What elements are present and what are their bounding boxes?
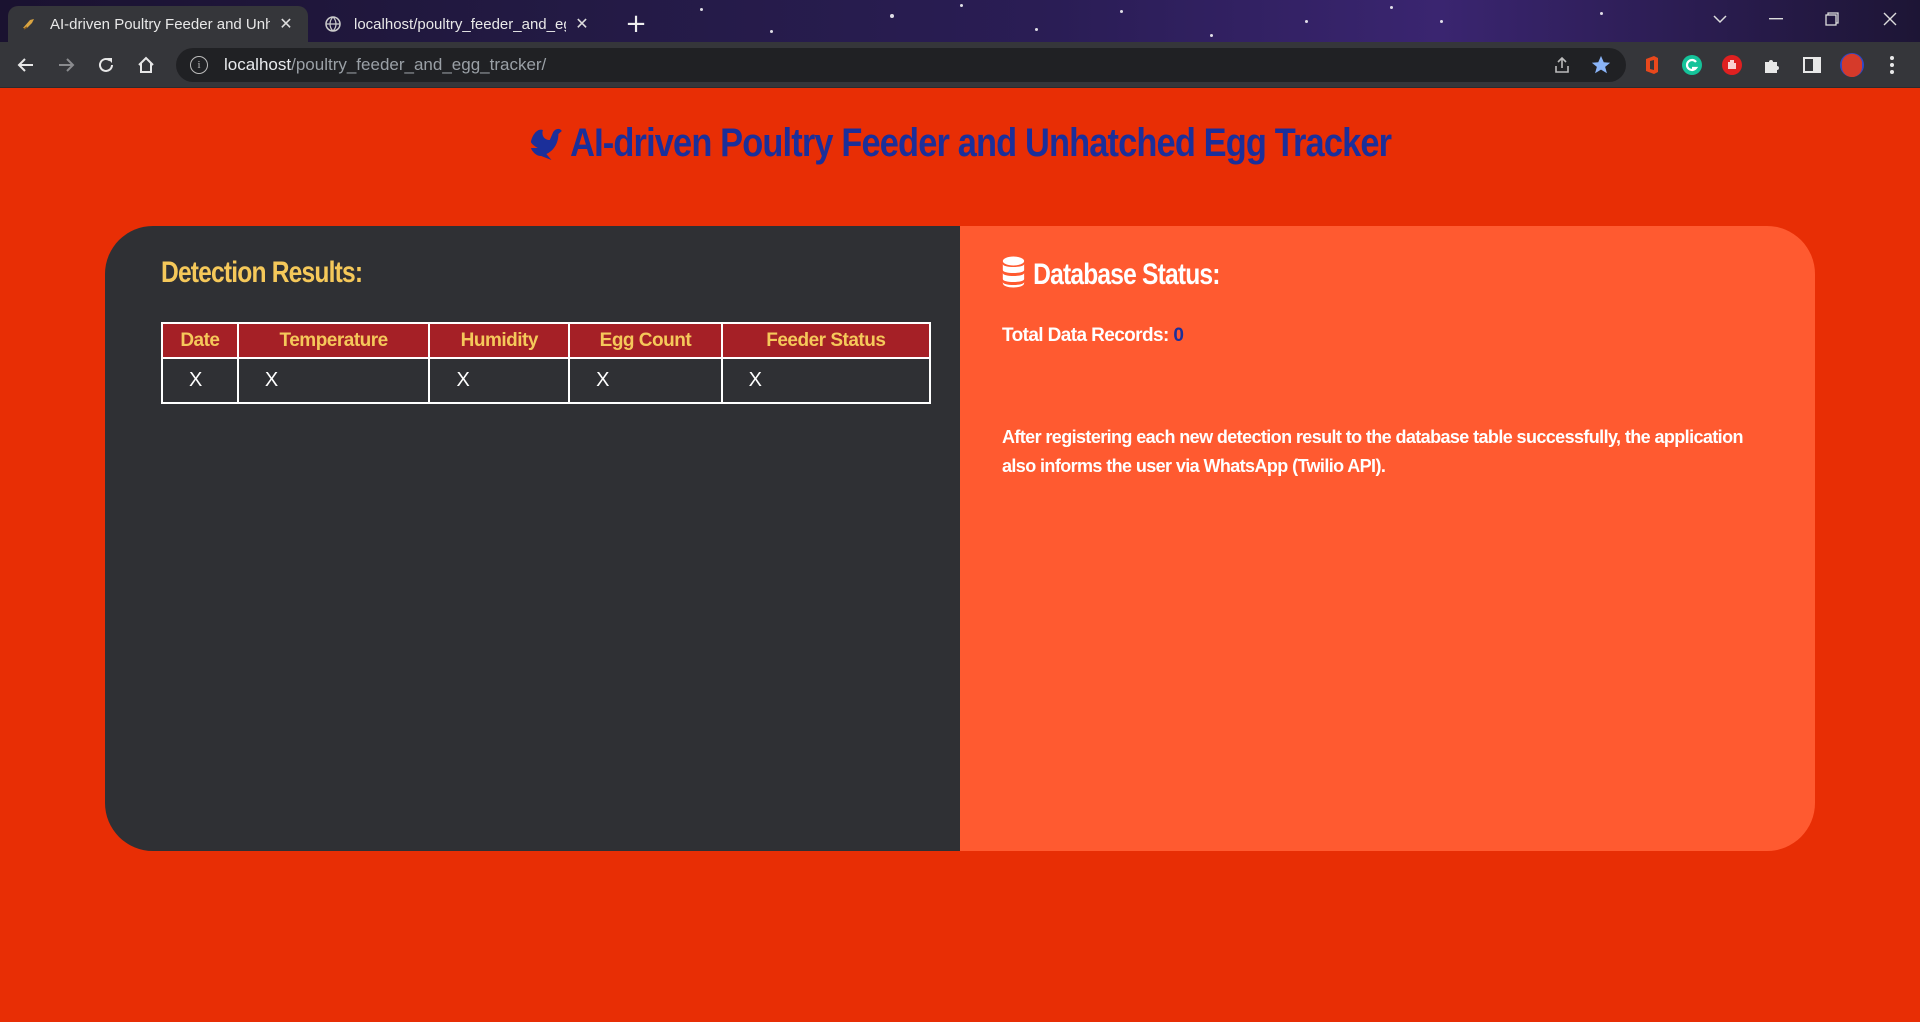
tab-close-icon[interactable]: ✕ xyxy=(276,14,296,34)
cell-egg-count: X xyxy=(568,357,723,404)
tab-inactive[interactable]: localhost/poultry_feeder_and_egg ✕ xyxy=(312,6,604,42)
new-tab-button[interactable]: + xyxy=(620,8,652,40)
column-header-date: Date xyxy=(161,322,239,359)
address-bar[interactable]: i localhost/poultry_feeder_and_egg_track… xyxy=(176,48,1626,82)
tab-search-icon[interactable] xyxy=(1692,0,1748,38)
whatsapp-notification-note: After registering each new detection res… xyxy=(1002,427,1743,476)
minimize-button[interactable] xyxy=(1748,0,1804,38)
dove-icon xyxy=(529,122,563,172)
total-records-label: Total Data Records: xyxy=(1002,325,1169,346)
address-host: localhost xyxy=(224,55,292,74)
detection-results-panel: Detection Results: Date Temperature Humi… xyxy=(105,226,960,851)
database-status-heading-text: Database Status: xyxy=(1033,258,1220,291)
reload-icon[interactable] xyxy=(90,49,122,81)
cell-temperature: X xyxy=(236,357,431,404)
restore-button[interactable] xyxy=(1804,0,1860,38)
home-icon[interactable] xyxy=(130,49,162,81)
database-status-panel: Database Status: Total Data Records: 0 A… xyxy=(960,226,1815,851)
profile-avatar[interactable] xyxy=(1838,51,1866,79)
tab-close-icon[interactable]: ✕ xyxy=(572,14,592,34)
tab-title: AI-driven Poultry Feeder and Unh xyxy=(50,15,270,33)
site-info-icon[interactable]: i xyxy=(190,56,208,74)
block-extension-icon[interactable] xyxy=(1718,51,1746,79)
chrome-menu-icon[interactable] xyxy=(1878,51,1906,79)
bird-favicon-icon xyxy=(20,15,38,33)
table-header-row: Date Temperature Humidity Egg Count Feed… xyxy=(161,322,932,359)
office-extension-icon[interactable] xyxy=(1638,51,1666,79)
column-header-humidity: Humidity xyxy=(428,322,571,359)
total-records-count: 0 xyxy=(1173,325,1184,346)
cell-feeder-status: X xyxy=(720,357,932,404)
browser-tabstrip: AI-driven Poultry Feeder and Unh ✕ local… xyxy=(0,0,1920,42)
extensions-puzzle-icon[interactable] xyxy=(1758,51,1786,79)
dashboard-card: Detection Results: Date Temperature Humi… xyxy=(105,226,1815,851)
share-icon[interactable] xyxy=(1548,51,1576,79)
grammarly-icon[interactable] xyxy=(1678,51,1706,79)
side-panel-icon[interactable] xyxy=(1798,51,1826,79)
table-row: X X X X X xyxy=(161,357,932,404)
tab-active[interactable]: AI-driven Poultry Feeder and Unh ✕ xyxy=(8,6,308,42)
bookmark-star-icon[interactable] xyxy=(1587,51,1615,79)
back-arrow-icon[interactable] xyxy=(10,49,42,81)
database-status-heading: Database Status: xyxy=(1002,256,1220,296)
total-records: Total Data Records: 0 xyxy=(1002,325,1184,347)
cell-humidity: X xyxy=(428,357,571,404)
cell-date: X xyxy=(161,357,239,404)
tab-title: localhost/poultry_feeder_and_egg xyxy=(354,15,566,33)
page-title-text: AI-driven Poultry Feeder and Unhatched E… xyxy=(570,121,1392,165)
close-window-button[interactable] xyxy=(1862,0,1918,38)
forward-arrow-icon[interactable] xyxy=(50,49,82,81)
page-title: AI-driven Poultry Feeder and Unhatched E… xyxy=(134,121,1785,172)
column-header-feeder-status: Feeder Status xyxy=(720,322,932,359)
globe-icon xyxy=(324,15,342,33)
address-path: /poultry_feeder_and_egg_tracker/ xyxy=(291,55,547,74)
browser-toolbar: i localhost/poultry_feeder_and_egg_track… xyxy=(0,42,1920,88)
column-header-egg-count: Egg Count xyxy=(568,322,723,359)
column-header-temperature: Temperature xyxy=(236,322,431,359)
database-icon xyxy=(1002,256,1025,296)
detection-results-heading: Detection Results: xyxy=(161,256,363,289)
detection-results-table: Date Temperature Humidity Egg Count Feed… xyxy=(161,322,932,404)
page-content: AI-driven Poultry Feeder and Unhatched E… xyxy=(0,89,1920,1022)
